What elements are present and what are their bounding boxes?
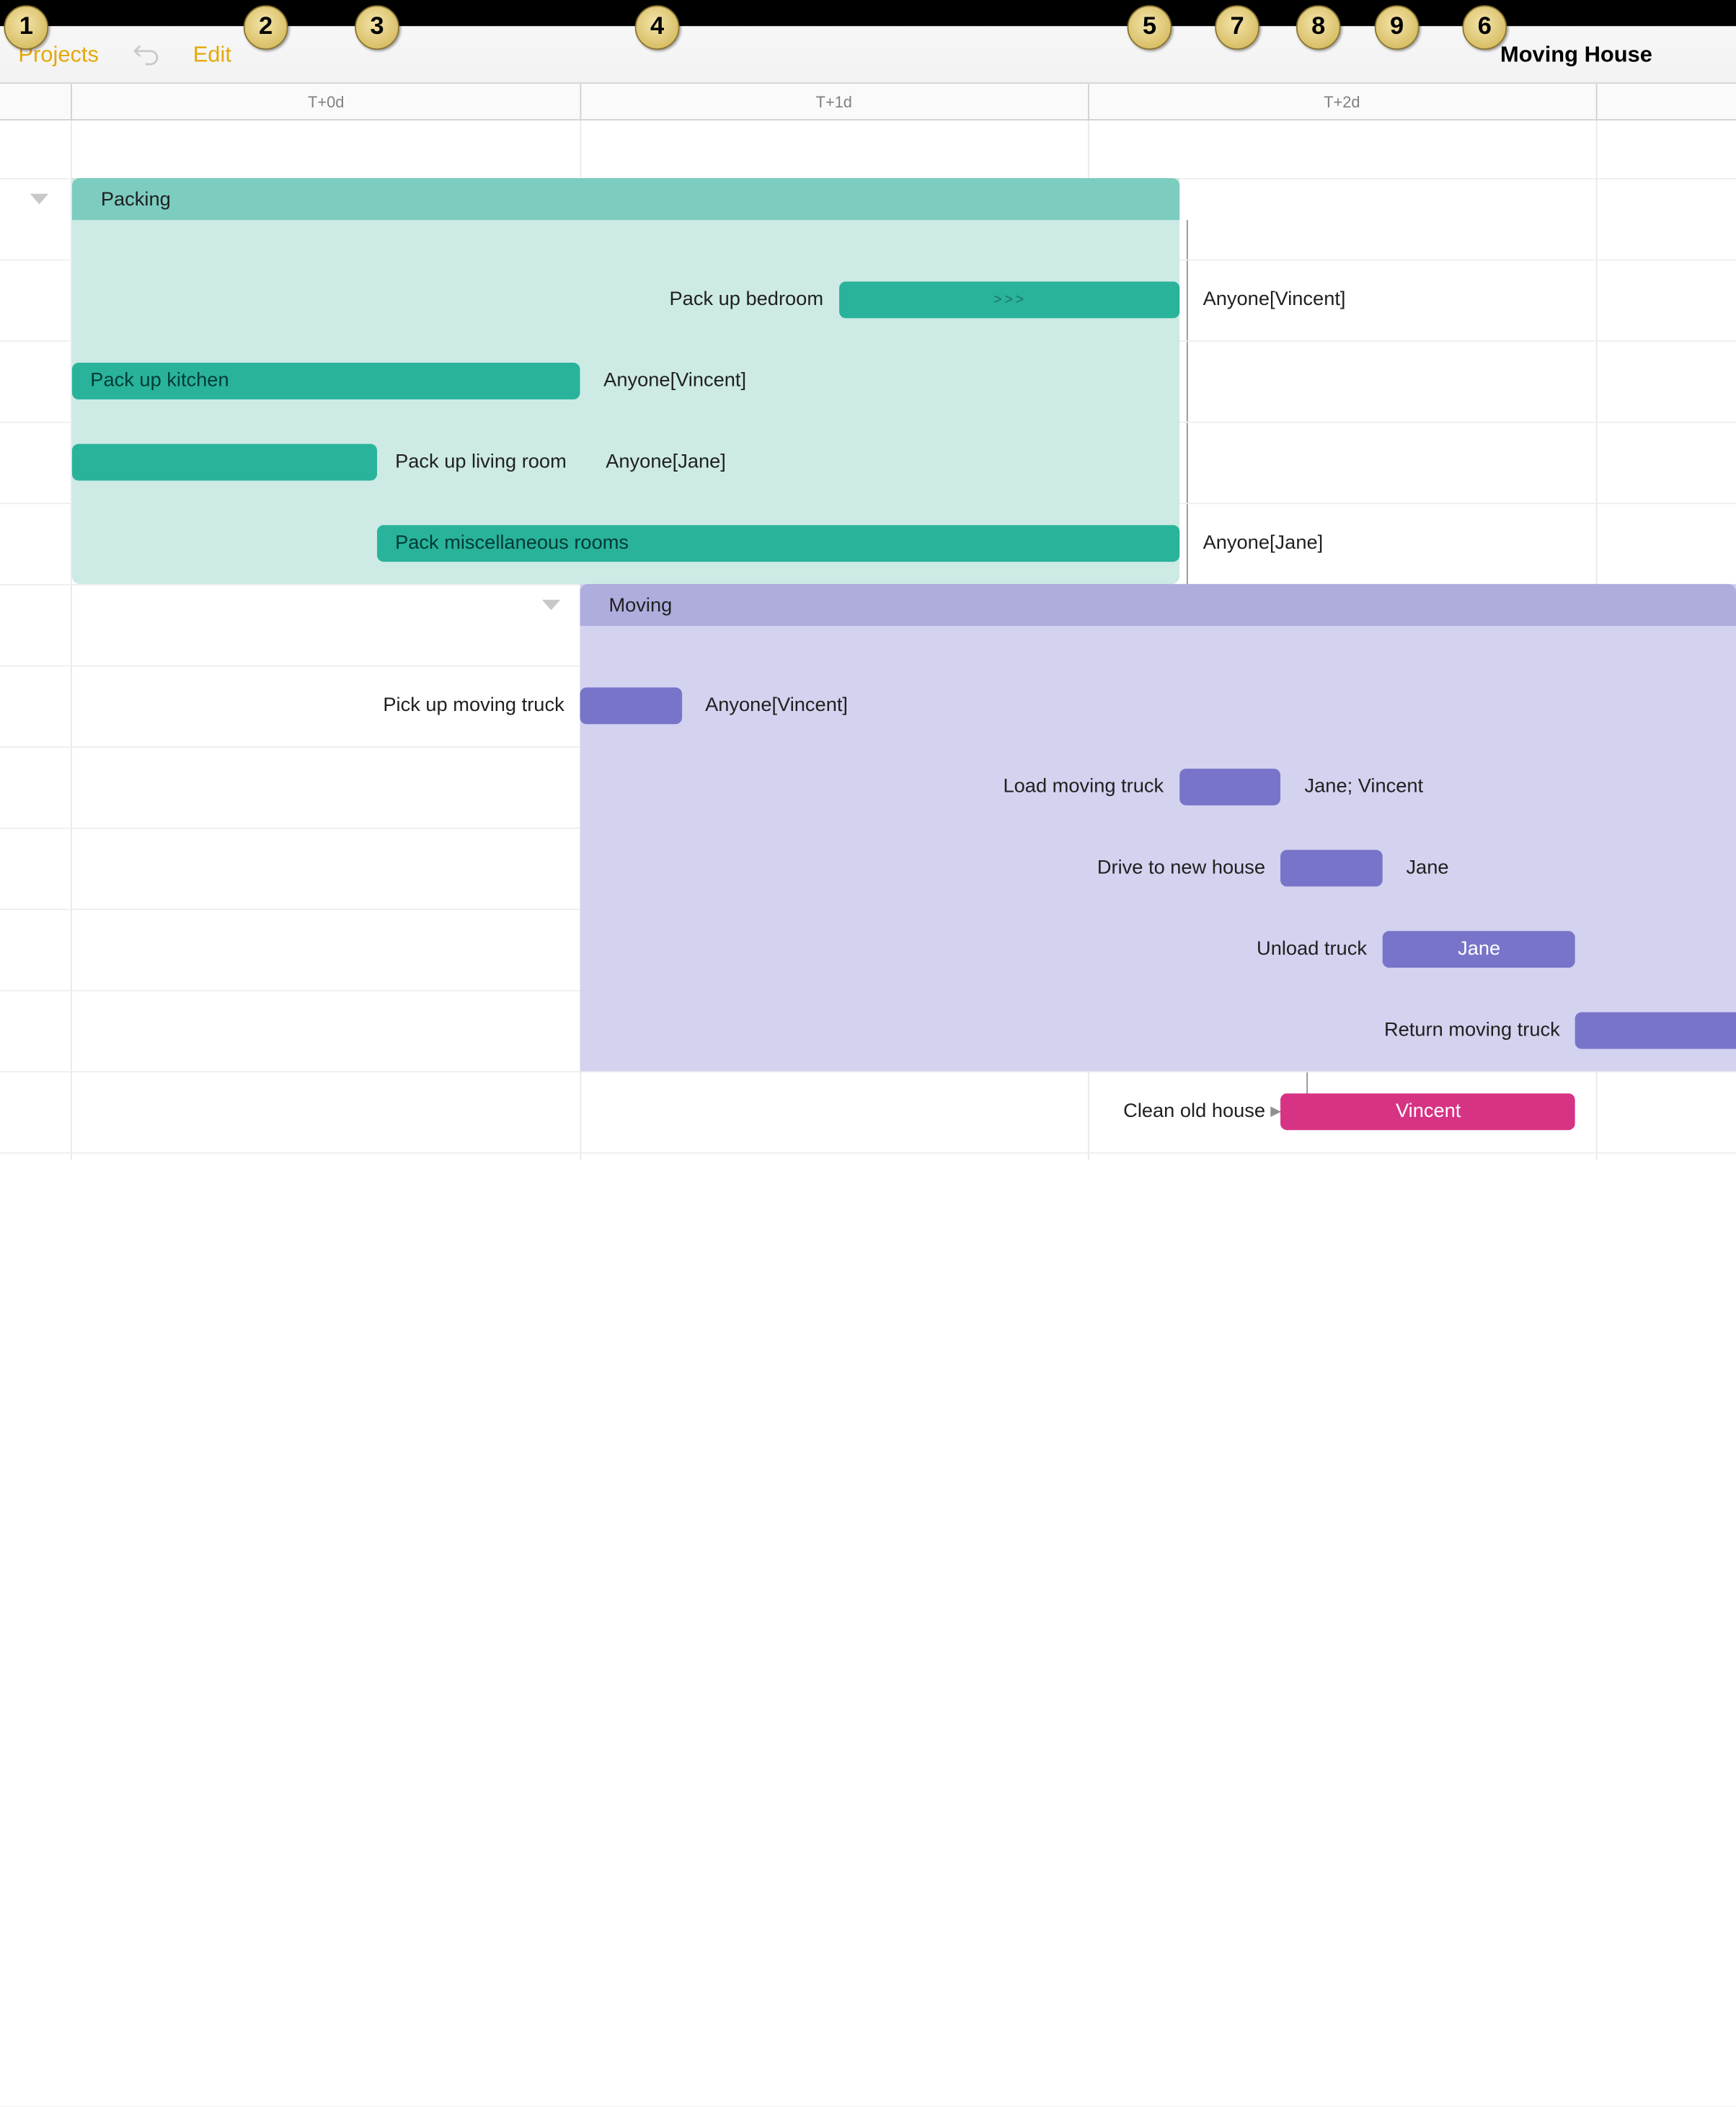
task-bar[interactable]: [72, 444, 377, 481]
projects-button[interactable]: Projects: [0, 26, 117, 82]
undo-button[interactable]: [117, 26, 174, 82]
timeline-tick: T+2d: [1303, 84, 1381, 120]
task-label: Pick up moving truck: [0, 687, 564, 724]
disclosure-icon[interactable]: [538, 592, 564, 618]
task-assignee: Jane; Vincent: [1305, 769, 1424, 805]
timeline-tick: T+0d: [287, 84, 366, 120]
timeline-header: T+0d T+1d T+2d: [0, 84, 1736, 120]
task-label: Clean old house: [0, 1093, 1265, 1130]
task-label: Pack up bedroom: [0, 281, 823, 318]
task-label: Pack up living room Anyone[Jane]: [395, 444, 726, 481]
task-label: Pack miscellaneous rooms: [395, 525, 1172, 562]
chevron-icon: >>>: [993, 281, 1027, 318]
task-bar[interactable]: [1179, 769, 1281, 805]
gantt-chart[interactable]: Packing Moving Pack up bedroom Anyone[Vince…: [0, 120, 1736, 1160]
disclosure-icon[interactable]: [26, 186, 52, 212]
task-bar[interactable]: [1575, 1012, 1735, 1049]
group-packing[interactable]: Packing: [72, 178, 1179, 220]
task-assignee: Vincent: [1281, 1093, 1576, 1130]
project-title: Moving House: [1500, 41, 1652, 67]
task-label: Load moving truck: [0, 769, 1164, 805]
task-assignee: Anyone[Jane]: [1203, 525, 1324, 562]
task-assignee: Jane: [1383, 931, 1576, 968]
task-label: Unload truck: [0, 931, 1367, 968]
task-bar[interactable]: [580, 687, 681, 724]
task-bar[interactable]: [1281, 850, 1383, 887]
task-label: Drive to new house: [0, 850, 1265, 887]
task-assignee: Anyone[Vincent]: [603, 363, 746, 399]
timeline-tick: T+1d: [794, 84, 873, 120]
group-moving[interactable]: Moving: [580, 584, 1736, 626]
task-assignee: Anyone[Vincent]: [1203, 281, 1346, 318]
edit-button[interactable]: Edit: [174, 26, 249, 82]
toolbar: Projects Edit Moving House: [0, 26, 1736, 84]
task-assignee: Anyone[Vincent]: [705, 687, 848, 724]
task-label: Pack up kitchen: [90, 363, 572, 399]
task-label: Return moving truck: [0, 1012, 1560, 1049]
status-bar: [0, 0, 1736, 26]
task-assignee: Jane: [1406, 850, 1448, 887]
